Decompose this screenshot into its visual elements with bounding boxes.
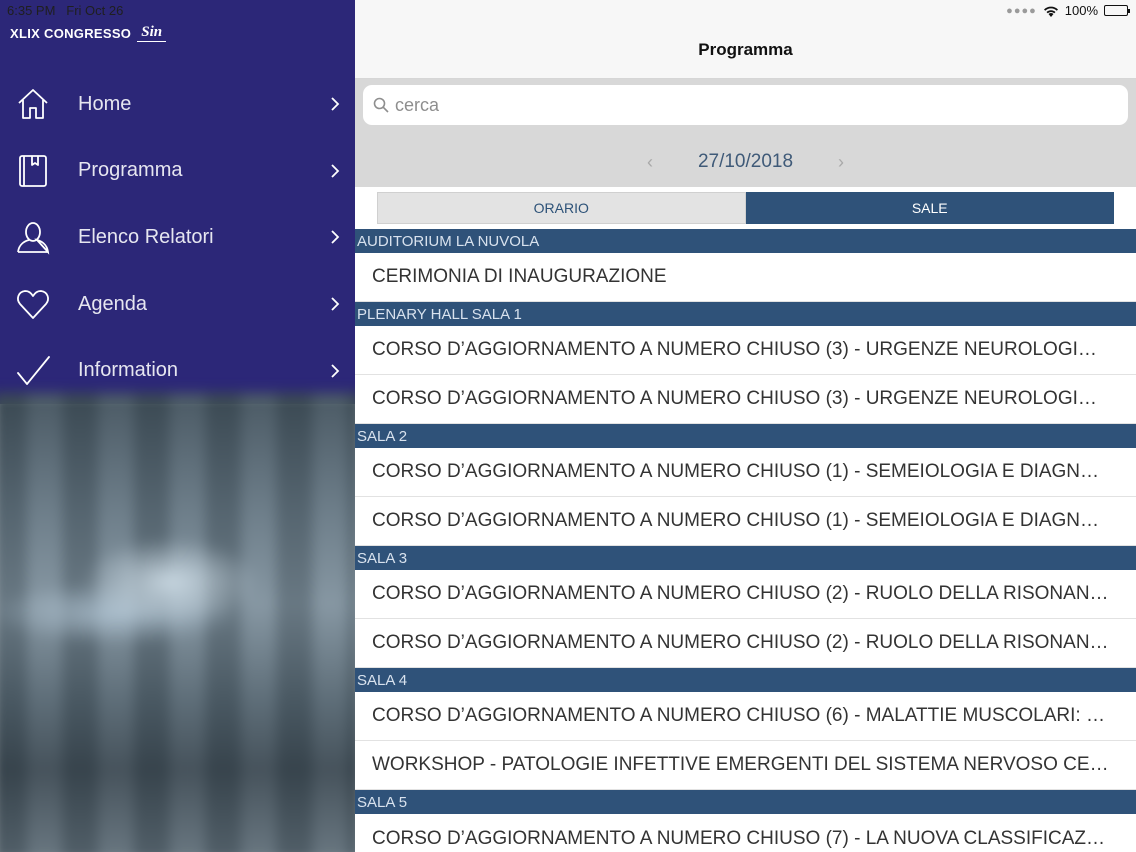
list-item[interactable]: CORSO D’AGGIORNAMENTO A NUMERO CHIUSO (1… bbox=[355, 448, 1136, 497]
list-item[interactable]: CORSO D’AGGIORNAMENTO A NUMERO CHIUSO (2… bbox=[355, 570, 1136, 619]
list-item[interactable]: CERIMONIA DI INAUGURAZIONE bbox=[355, 253, 1136, 302]
list-item[interactable]: CORSO D’AGGIORNAMENTO A NUMERO CHIUSO (6… bbox=[355, 692, 1136, 741]
search-field[interactable] bbox=[363, 85, 1128, 125]
signal-dots-icon: ●●●● bbox=[1006, 4, 1037, 17]
page-title: Programma bbox=[698, 40, 793, 59]
view-segmented-control: ORARIO SALE bbox=[355, 187, 1136, 229]
navigation-bar: ●●●● 100% Programma bbox=[355, 0, 1136, 79]
session-list: AUDITORIUM LA NUVOLA CERIMONIA DI INAUGU… bbox=[355, 229, 1136, 852]
sidebar-item-elenco-relatori[interactable]: Elenco Relatori bbox=[0, 204, 355, 271]
search-input[interactable] bbox=[395, 94, 1075, 116]
heart-icon bbox=[17, 290, 49, 319]
sidebar-item-programma[interactable]: Programma bbox=[0, 138, 355, 205]
session-title: CORSO D’AGGIORNAMENTO A NUMERO CHIUSO (1… bbox=[372, 510, 1110, 531]
sidebar-item-label: Home bbox=[78, 92, 132, 115]
status-time: 6:35 PM bbox=[7, 3, 56, 18]
current-date: 27/10/2018 bbox=[697, 151, 794, 172]
checkmark-icon bbox=[17, 355, 50, 385]
session-title: WORKSHOP - PATOLOGIE INFETTIVE EMERGENTI… bbox=[372, 754, 1110, 775]
status-bar-left: 6:35 PM Fri Oct 26 bbox=[7, 3, 123, 18]
sidebar-item-label: Elenco Relatori bbox=[78, 225, 214, 248]
sidebar-item-label: Information bbox=[78, 359, 179, 382]
sidebar: 6:35 PM Fri Oct 26 XLIX CONGRESSO Sin Ho… bbox=[0, 0, 355, 852]
main-panel: ●●●● 100% Programma ‹ 27/10/2018 › ORARI… bbox=[355, 0, 1136, 852]
search-bar bbox=[355, 79, 1136, 137]
status-date: Fri Oct 26 bbox=[66, 3, 124, 18]
session-title: CORSO D’AGGIORNAMENTO A NUMERO CHIUSO (6… bbox=[372, 705, 1110, 726]
list-item[interactable]: CORSO D’AGGIORNAMENTO A NUMERO CHIUSO (3… bbox=[355, 326, 1136, 375]
next-date-button[interactable]: › bbox=[833, 152, 849, 173]
section-header: AUDITORIUM LA NUVOLA bbox=[355, 229, 1136, 253]
chevron-right-icon bbox=[331, 164, 340, 178]
brand-logo: XLIX CONGRESSO Sin bbox=[10, 24, 167, 42]
previous-date-button[interactable]: ‹ bbox=[642, 152, 658, 173]
session-title: CORSO D’AGGIORNAMENTO A NUMERO CHIUSO (2… bbox=[372, 632, 1110, 653]
chevron-right-icon bbox=[331, 297, 340, 311]
sidebar-item-agenda[interactable]: Agenda bbox=[0, 271, 355, 338]
session-title: CORSO D’AGGIORNAMENTO A NUMERO CHIUSO (3… bbox=[372, 339, 1110, 360]
list-item[interactable]: CORSO D’AGGIORNAMENTO A NUMERO CHIUSO (1… bbox=[355, 497, 1136, 546]
list-item[interactable]: CORSO D’AGGIORNAMENTO A NUMERO CHIUSO (7… bbox=[355, 814, 1136, 852]
user-icon bbox=[17, 222, 50, 256]
chevron-right-icon bbox=[331, 364, 340, 378]
list-item[interactable]: WORKSHOP - PATOLOGIE INFETTIVE EMERGENTI… bbox=[355, 741, 1136, 790]
date-navigator: ‹ 27/10/2018 › bbox=[355, 137, 1136, 187]
section-header: SALA 5 bbox=[355, 790, 1136, 814]
battery-icon bbox=[1104, 5, 1130, 16]
chevron-right-icon bbox=[331, 97, 340, 111]
wifi-icon bbox=[1043, 6, 1058, 17]
session-title: CORSO D’AGGIORNAMENTO A NUMERO CHIUSO (7… bbox=[372, 827, 1110, 849]
search-icon bbox=[373, 97, 389, 113]
sidebar-menu: Home Programma Elenco Relatori Agenda In… bbox=[0, 71, 355, 404]
section-header: SALA 2 bbox=[355, 424, 1136, 448]
brand-mark: Sin bbox=[137, 24, 167, 42]
sidebar-item-home[interactable]: Home bbox=[0, 71, 355, 138]
book-icon bbox=[19, 154, 47, 187]
home-icon bbox=[18, 89, 48, 120]
section-header: SALA 3 bbox=[355, 546, 1136, 570]
chevron-right-icon bbox=[331, 230, 340, 245]
sidebar-item-information[interactable]: Information bbox=[0, 337, 355, 404]
battery-percent: 100% bbox=[1064, 3, 1098, 18]
list-item[interactable]: CORSO D’AGGIORNAMENTO A NUMERO CHIUSO (2… bbox=[355, 619, 1136, 668]
segment-orario[interactable]: ORARIO bbox=[377, 192, 746, 224]
segment-sale[interactable]: SALE bbox=[745, 192, 1114, 224]
session-title: CERIMONIA DI INAUGURAZIONE bbox=[372, 266, 667, 287]
sidebar-item-label: Programma bbox=[78, 159, 183, 182]
session-title: CORSO D’AGGIORNAMENTO A NUMERO CHIUSO (1… bbox=[372, 461, 1110, 482]
session-title: CORSO D’AGGIORNAMENTO A NUMERO CHIUSO (2… bbox=[372, 583, 1110, 604]
section-header: SALA 4 bbox=[355, 668, 1136, 692]
session-title: CORSO D’AGGIORNAMENTO A NUMERO CHIUSO (3… bbox=[372, 388, 1110, 409]
section-header: PLENARY HALL SALA 1 bbox=[355, 302, 1136, 326]
list-item[interactable]: CORSO D’AGGIORNAMENTO A NUMERO CHIUSO (3… bbox=[355, 375, 1136, 424]
status-bar-right: ●●●● 100% bbox=[1006, 3, 1130, 18]
brand-text: XLIX CONGRESSO bbox=[10, 25, 132, 41]
sidebar-background-photo bbox=[0, 392, 355, 852]
sidebar-item-label: Agenda bbox=[78, 292, 147, 315]
